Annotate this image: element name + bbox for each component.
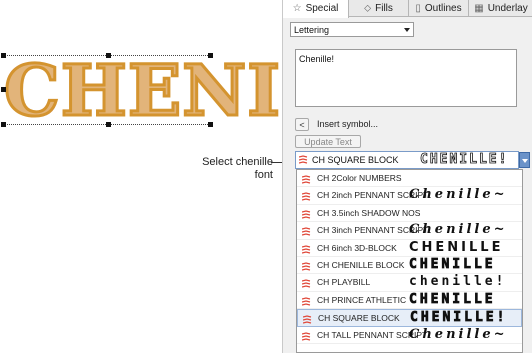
selection-handle-bottom-mid[interactable] (106, 122, 111, 127)
font-option[interactable]: CH 2Color NUMBERS (297, 170, 522, 188)
properties-tab-bar: ☆ Special ⬦ Fills ▯ Outlines ▦ Underlay (283, 0, 532, 18)
insert-symbol-button[interactable]: < (295, 118, 309, 131)
chenille-font-icon (299, 155, 308, 164)
font-option-name: CH PRINCE ATHLETIC (317, 294, 407, 305)
font-option-preview: CHENILLE (409, 256, 496, 273)
selection-handle-bottom-left[interactable] (1, 122, 6, 127)
selection-handle-top-left[interactable] (1, 53, 6, 58)
object-type-value: Lettering (294, 24, 330, 35)
selection-handle-top-right[interactable] (208, 53, 213, 58)
star-icon: ☆ (292, 3, 302, 14)
lettering-text-box[interactable]: Chenille! (295, 49, 517, 107)
chevron-down-icon (404, 27, 410, 32)
chenille-font-icon (302, 262, 311, 271)
tab-label: Fills (375, 2, 393, 14)
font-option-preview: CHENILLE (409, 291, 496, 307)
font-option[interactable]: CH PLAYBILL chenille! (297, 274, 522, 292)
chenille-font-icon (302, 192, 311, 202)
tab-label: Outlines (424, 2, 462, 14)
font-option-name: CH 2Color NUMBERS (317, 173, 402, 183)
callout-annotation: Select chenille font (202, 156, 273, 182)
font-option-preview: Chenille~ (409, 222, 508, 238)
callout-line-1: Select chenille (202, 156, 273, 168)
chenille-font-icon (302, 244, 311, 254)
selected-font-name: CH SQUARE BLOCK (312, 155, 399, 165)
chenille-lettering-object[interactable]: CHENIL (2, 52, 282, 129)
font-option-name: CH CHENILLE BLOCK (317, 259, 405, 270)
object-properties-panel: ☆ Special ⬦ Fills ▯ Outlines ▦ Underlay … (282, 0, 532, 353)
font-option[interactable]: CH 6inch 3D-BLOCK CHENILLE (297, 240, 522, 257)
update-text-button[interactable]: Update Text (295, 135, 361, 148)
design-canvas[interactable]: CHENIL (2, 52, 282, 130)
font-option-name: CH 3.5inch SHADOW NOS (317, 207, 421, 218)
font-select[interactable]: CH SQUARE BLOCK CHENILLE! (295, 151, 519, 169)
font-option-name: CH 6inch 3D-BLOCK (317, 242, 397, 253)
chenille-font-icon (302, 210, 311, 219)
font-dropdown-button[interactable] (519, 152, 530, 168)
selection-handle-bottom-right[interactable] (208, 122, 213, 127)
callout-line-2: font (254, 169, 273, 181)
insert-symbol-label: Insert symbol... (317, 119, 379, 129)
font-option-preview: Chenille~ (409, 187, 508, 203)
object-type-select[interactable]: Lettering (290, 22, 414, 37)
selection-handle-mid-left[interactable] (1, 87, 6, 92)
chenille-font-icon (303, 315, 312, 324)
tab-special[interactable]: ☆ Special (283, 0, 349, 18)
font-option-name: CH SQUARE BLOCK (318, 313, 400, 324)
tab-underlay[interactable]: ▦ Underlay (469, 0, 532, 17)
font-option-preview: Chenille~ (409, 326, 508, 342)
font-option-preview: chenille! (409, 274, 507, 290)
outline-icon: ▯ (415, 2, 421, 14)
font-option[interactable]: CH TALL PENNANT SCRIPT Chenille~ (297, 327, 522, 344)
font-option[interactable]: CH 3.5inch SHADOW NOS (297, 205, 522, 223)
font-option[interactable]: CH SQUARE BLOCK CHENILLE! (297, 309, 522, 327)
tab-label: Special (305, 3, 339, 14)
font-option-preview: CHENILLE (409, 239, 504, 255)
tab-label: Underlay (487, 2, 528, 14)
fill-icon: ⬦ (364, 2, 372, 14)
chenille-font-icon (302, 175, 311, 184)
app-window: CHENIL Select chenille font ☆ Special ⬦ … (0, 0, 532, 353)
font-option[interactable]: CH PRINCE ATHLETIC CHENILLE (297, 291, 522, 310)
font-option[interactable]: CH CHENILLE BLOCK CHENILLE (297, 256, 522, 275)
underlay-icon: ▦ (474, 2, 484, 14)
chenille-font-icon (302, 279, 311, 288)
font-dropdown-list: CH 2Color NUMBERS CH 2inch PENNANT SCRIPT… (296, 169, 523, 353)
font-option[interactable]: CH 3inch PENNANT SCRIPT Chenille~ (297, 222, 522, 240)
font-option[interactable]: CH 2inch PENNANT SCRIPT Chenille~ (297, 187, 522, 205)
selection-handle-top-mid[interactable] (106, 53, 111, 58)
font-option-preview: CHENILLE! (410, 310, 508, 326)
chenille-font-icon (302, 227, 311, 236)
font-option-name: CH PLAYBILL (317, 277, 371, 288)
selected-font-preview: CHENILLE! (420, 152, 509, 168)
chevron-down-icon (522, 159, 528, 163)
tab-outlines[interactable]: ▯ Outlines (409, 0, 469, 17)
tab-fills[interactable]: ⬦ Fills (349, 0, 409, 17)
chenille-font-icon (302, 297, 311, 306)
chenille-font-icon (302, 331, 311, 341)
